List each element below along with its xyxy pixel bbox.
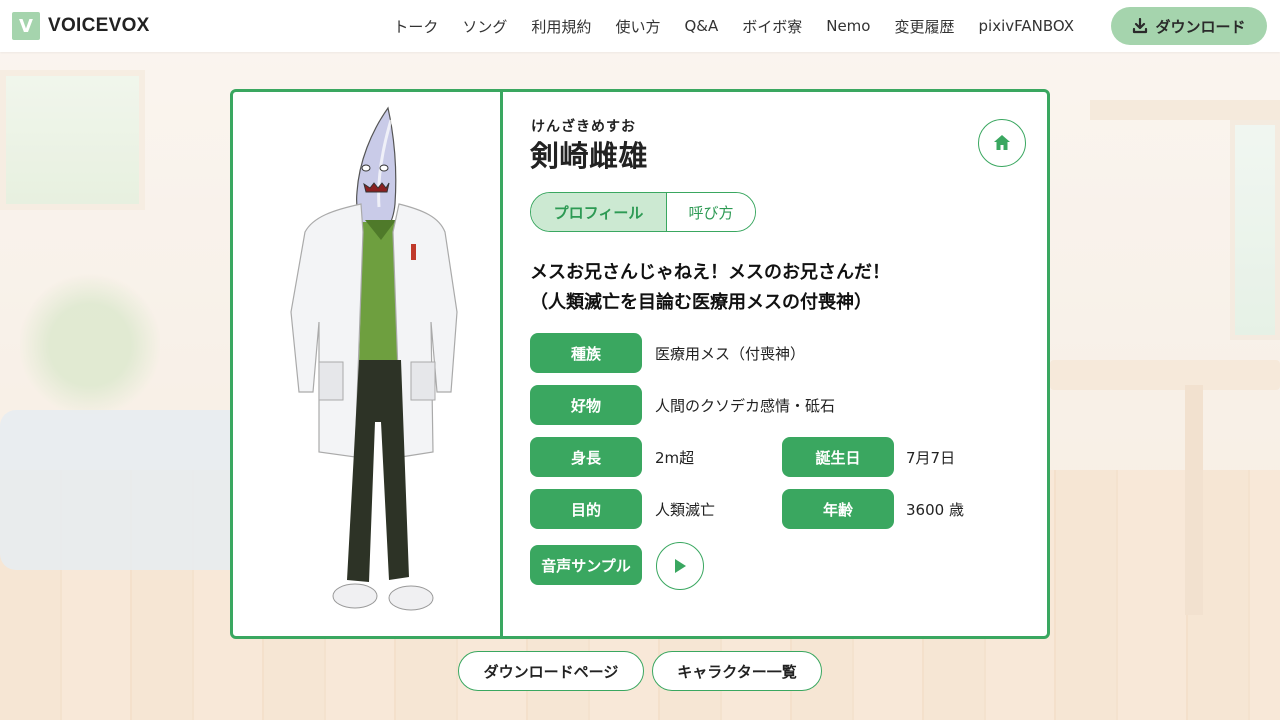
site-logo[interactable]: V VOICEVOX xyxy=(12,12,150,40)
nav-item-howto[interactable]: 使い方 xyxy=(603,16,672,37)
nav-item-talk[interactable]: トーク xyxy=(381,16,450,37)
catchphrase-line-2: （人類滅亡を目論む医療用メスの付喪神） xyxy=(530,292,872,313)
age-value: 3600 歳 xyxy=(906,500,964,519)
species-value: 医療用メス（付喪神） xyxy=(655,344,806,363)
voice-sample-label: 音声サンプル xyxy=(530,545,642,585)
character-illustration xyxy=(290,106,458,611)
height-value: 2m超 xyxy=(655,448,695,467)
logo-mark: V xyxy=(12,12,40,40)
character-card: けんざきめすお 剣崎雌雄 プロフィール 呼び方 メスお兄さんじゃねえ！メスのお兄… xyxy=(230,89,1050,639)
character-info: けんざきめすお 剣崎雌雄 プロフィール 呼び方 メスお兄さんじゃねえ！メスのお兄… xyxy=(506,92,1047,636)
likes-label: 好物 xyxy=(530,385,642,425)
nav-item-changelog[interactable]: 変更履歴 xyxy=(882,16,966,37)
header-download-button[interactable]: ダウンロード xyxy=(1111,7,1267,45)
nav-item-fanbox[interactable]: pixivFANBOX xyxy=(967,17,1087,35)
likes-value: 人間のクソデカ感情・砥石 xyxy=(655,396,836,415)
age-label: 年齢 xyxy=(782,489,894,529)
profile-tabs: プロフィール 呼び方 xyxy=(530,192,756,232)
home-icon xyxy=(994,135,1010,150)
catchphrase-line-1: メスお兄さんじゃねえ！メスのお兄さんだ！ xyxy=(530,262,890,283)
site-header: V VOICEVOX トーク ソング 利用規約 使い方 Q&A ボイボ寮 Nem… xyxy=(0,0,1280,52)
character-list-button[interactable]: キャラクター一覧 xyxy=(652,651,822,691)
download-icon xyxy=(1133,18,1148,34)
tab-calling[interactable]: 呼び方 xyxy=(667,193,755,231)
play-icon xyxy=(675,559,686,573)
character-portrait xyxy=(233,92,503,636)
catchphrase: メスお兄さんじゃねえ！メスのお兄さんだ！ （人類滅亡を目論む医療用メスの付喪神） xyxy=(530,258,890,318)
tab-profile[interactable]: プロフィール xyxy=(531,193,667,231)
species-label: 種族 xyxy=(530,333,642,373)
birthday-value: 7月7日 xyxy=(906,448,956,467)
logo-text: VOICEVOX xyxy=(48,15,150,36)
nav-item-nemo[interactable]: Nemo xyxy=(814,17,882,35)
home-button[interactable] xyxy=(978,119,1026,167)
nav-item-terms[interactable]: 利用規約 xyxy=(519,16,603,37)
nav-item-dorm[interactable]: ボイボ寮 xyxy=(730,16,814,37)
purpose-label: 目的 xyxy=(530,489,642,529)
character-name: 剣崎雌雄 xyxy=(530,139,649,173)
nav-item-song[interactable]: ソング xyxy=(450,16,519,37)
nav-item-qa[interactable]: Q&A xyxy=(672,17,730,35)
birthday-label: 誕生日 xyxy=(782,437,894,477)
header-download-label: ダウンロード xyxy=(1155,17,1246,36)
purpose-value: 人類滅亡 xyxy=(655,500,716,519)
main-nav: トーク ソング 利用規約 使い方 Q&A ボイボ寮 Nemo 変更履歴 pixi… xyxy=(381,0,1086,52)
voice-sample-play-button[interactable] xyxy=(656,542,704,590)
height-label: 身長 xyxy=(530,437,642,477)
download-page-button[interactable]: ダウンロードページ xyxy=(458,651,644,691)
